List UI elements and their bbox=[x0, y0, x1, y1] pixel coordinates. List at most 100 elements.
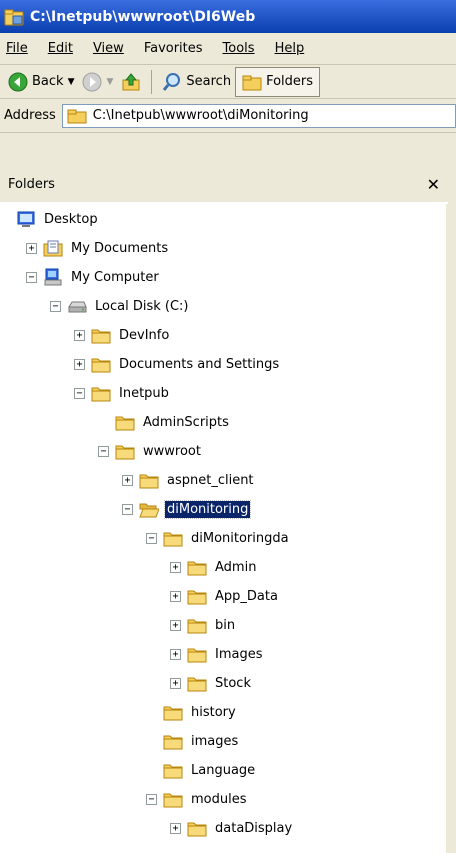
folder-icon bbox=[187, 619, 207, 634]
expand-icon[interactable]: + bbox=[74, 329, 85, 341]
collapse-icon[interactable]: − bbox=[50, 300, 61, 312]
tree-item-wwwroot[interactable]: − wwwroot bbox=[98, 440, 203, 462]
expand-icon[interactable]: + bbox=[170, 822, 181, 834]
folder-icon bbox=[187, 677, 207, 692]
tree-item-label: Inetpub bbox=[119, 385, 169, 401]
menu-edit[interactable]: Edit bbox=[48, 41, 73, 56]
menu-bar: File Edit View Favorites Tools Help bbox=[0, 33, 456, 65]
standard-toolbar: Back ▼ ▼ Search Folders bbox=[0, 65, 456, 99]
tree-item-aspnet-client[interactable]: + aspnet_client bbox=[122, 469, 256, 491]
tree-item-devinfo[interactable]: + DevInfo bbox=[74, 324, 171, 346]
menu-help[interactable]: Help bbox=[275, 41, 305, 56]
collapse-icon[interactable]: − bbox=[98, 445, 109, 457]
tree-item-history[interactable]: history bbox=[146, 701, 238, 723]
expand-icon[interactable]: + bbox=[170, 561, 181, 573]
collapse-icon[interactable]: − bbox=[122, 503, 133, 515]
forward-button[interactable]: ▼ bbox=[78, 69, 117, 95]
tree-item-label: My Computer bbox=[71, 269, 159, 285]
folder-icon bbox=[91, 387, 111, 402]
tree-item-label: Documents and Settings bbox=[119, 356, 280, 372]
menu-tools[interactable]: Tools bbox=[223, 41, 255, 56]
tree-item-language[interactable]: Language bbox=[146, 759, 257, 781]
folder-icon bbox=[163, 793, 183, 808]
expand-icon[interactable]: + bbox=[122, 474, 133, 486]
menu-view[interactable]: View bbox=[93, 41, 124, 56]
folders-pane-title: Folders bbox=[8, 177, 55, 192]
collapse-icon[interactable]: − bbox=[146, 793, 157, 805]
folder-icon bbox=[91, 329, 111, 344]
close-pane-icon[interactable]: ✕ bbox=[427, 175, 440, 194]
expand-icon[interactable]: + bbox=[26, 242, 37, 254]
menu-favorites[interactable]: Favorites bbox=[144, 41, 203, 56]
address-label: Address bbox=[4, 108, 56, 123]
address-value: C:\Inetpub\wwwroot\diMonitoring bbox=[92, 108, 309, 123]
forward-dropdown-icon[interactable]: ▼ bbox=[106, 77, 113, 87]
folder-icon bbox=[139, 474, 159, 489]
folders-icon bbox=[242, 75, 262, 90]
tree-item-label: diMonitoringda bbox=[191, 530, 289, 546]
collapse-icon[interactable]: − bbox=[74, 387, 85, 399]
tree-item-inetpub[interactable]: − Inetpub bbox=[74, 382, 171, 404]
expand-icon[interactable]: + bbox=[170, 619, 181, 631]
tree-item-admin[interactable]: + Admin bbox=[170, 556, 258, 578]
forward-arrow-icon bbox=[82, 72, 102, 91]
address-input[interactable]: C:\Inetpub\wwwroot\diMonitoring bbox=[61, 103, 456, 128]
folders-button[interactable]: Folders bbox=[235, 66, 321, 97]
tree-item-label: Stock bbox=[215, 675, 251, 691]
tree-item-adminscripts[interactable]: AdminScripts bbox=[98, 411, 231, 433]
search-button[interactable]: Search bbox=[158, 69, 235, 95]
tree-item-label: Images bbox=[215, 646, 263, 662]
search-icon bbox=[163, 72, 181, 91]
expand-icon[interactable]: + bbox=[170, 648, 181, 660]
toolbar-separator bbox=[151, 69, 153, 94]
expand-icon[interactable]: + bbox=[170, 590, 181, 602]
tree-item-bin[interactable]: + bin bbox=[170, 614, 237, 636]
folders-pane-header: Folders ✕ bbox=[0, 167, 448, 203]
tree-item-label: wwwroot bbox=[143, 443, 201, 459]
tree-item-label: Desktop bbox=[44, 211, 98, 227]
tree-item-dimonitoring[interactable]: − diMonitoring bbox=[122, 498, 252, 520]
tree-item-label: modules bbox=[191, 791, 247, 807]
back-dropdown-icon[interactable]: ▼ bbox=[68, 77, 75, 87]
collapse-icon[interactable]: − bbox=[26, 271, 37, 283]
tree-item-images[interactable]: + Images bbox=[170, 643, 265, 665]
tree-item-label: images bbox=[191, 733, 239, 749]
desktop-icon bbox=[17, 211, 35, 227]
folder-icon bbox=[115, 445, 135, 460]
tree-item-app-data[interactable]: + App_Data bbox=[170, 585, 280, 607]
window-title-bar[interactable]: C:\Inetpub\wwwroot\DI6Web bbox=[0, 0, 456, 33]
folder-icon bbox=[67, 109, 87, 123]
tree-item-datadisplay[interactable]: + dataDisplay bbox=[170, 817, 294, 839]
back-button[interactable]: Back ▼ bbox=[4, 69, 78, 95]
tree-item-label: dataDisplay bbox=[215, 820, 293, 836]
tree-item-label: AdminScripts bbox=[143, 414, 229, 430]
tree-item-stock[interactable]: + Stock bbox=[170, 672, 253, 694]
tree-item-my-documents[interactable]: + My Documents bbox=[26, 237, 170, 259]
menu-file[interactable]: File bbox=[6, 41, 28, 56]
folder-icon bbox=[187, 590, 207, 605]
tree-item-modules[interactable]: − modules bbox=[146, 788, 249, 810]
drive-icon bbox=[68, 301, 87, 313]
tree-item-images[interactable]: images bbox=[146, 730, 240, 752]
tree-item-documents-and-settings[interactable]: + Documents and Settings bbox=[74, 353, 281, 375]
collapse-icon[interactable]: − bbox=[146, 532, 157, 544]
tree-item-desktop[interactable]: Desktop bbox=[16, 208, 100, 230]
up-folder-icon bbox=[122, 72, 140, 90]
explorer-window-icon bbox=[4, 9, 24, 25]
up-folder-button[interactable] bbox=[117, 69, 145, 95]
folder-icon bbox=[187, 561, 207, 576]
back-arrow-icon bbox=[8, 72, 28, 91]
tree-item-label: DevInfo bbox=[119, 327, 170, 343]
tree-item-dimonitoringda[interactable]: − diMonitoringda bbox=[146, 527, 291, 549]
tree-item-my-computer[interactable]: − My Computer bbox=[26, 266, 161, 288]
address-bar: Address C:\Inetpub\wwwroot\diMonitoring bbox=[0, 99, 456, 133]
tree-item-label: aspnet_client bbox=[167, 472, 254, 488]
tree-item-local-disk-c[interactable]: − Local Disk (C:) bbox=[50, 295, 190, 317]
toolbar-spacer bbox=[0, 133, 456, 167]
pane-splitter[interactable] bbox=[448, 167, 456, 853]
expand-icon[interactable]: + bbox=[170, 677, 181, 689]
expand-icon[interactable]: + bbox=[74, 358, 85, 370]
tree-item-label: My Documents bbox=[71, 240, 169, 256]
tree-item-label: Admin bbox=[215, 559, 257, 575]
tree-item-label: Language bbox=[191, 762, 256, 778]
